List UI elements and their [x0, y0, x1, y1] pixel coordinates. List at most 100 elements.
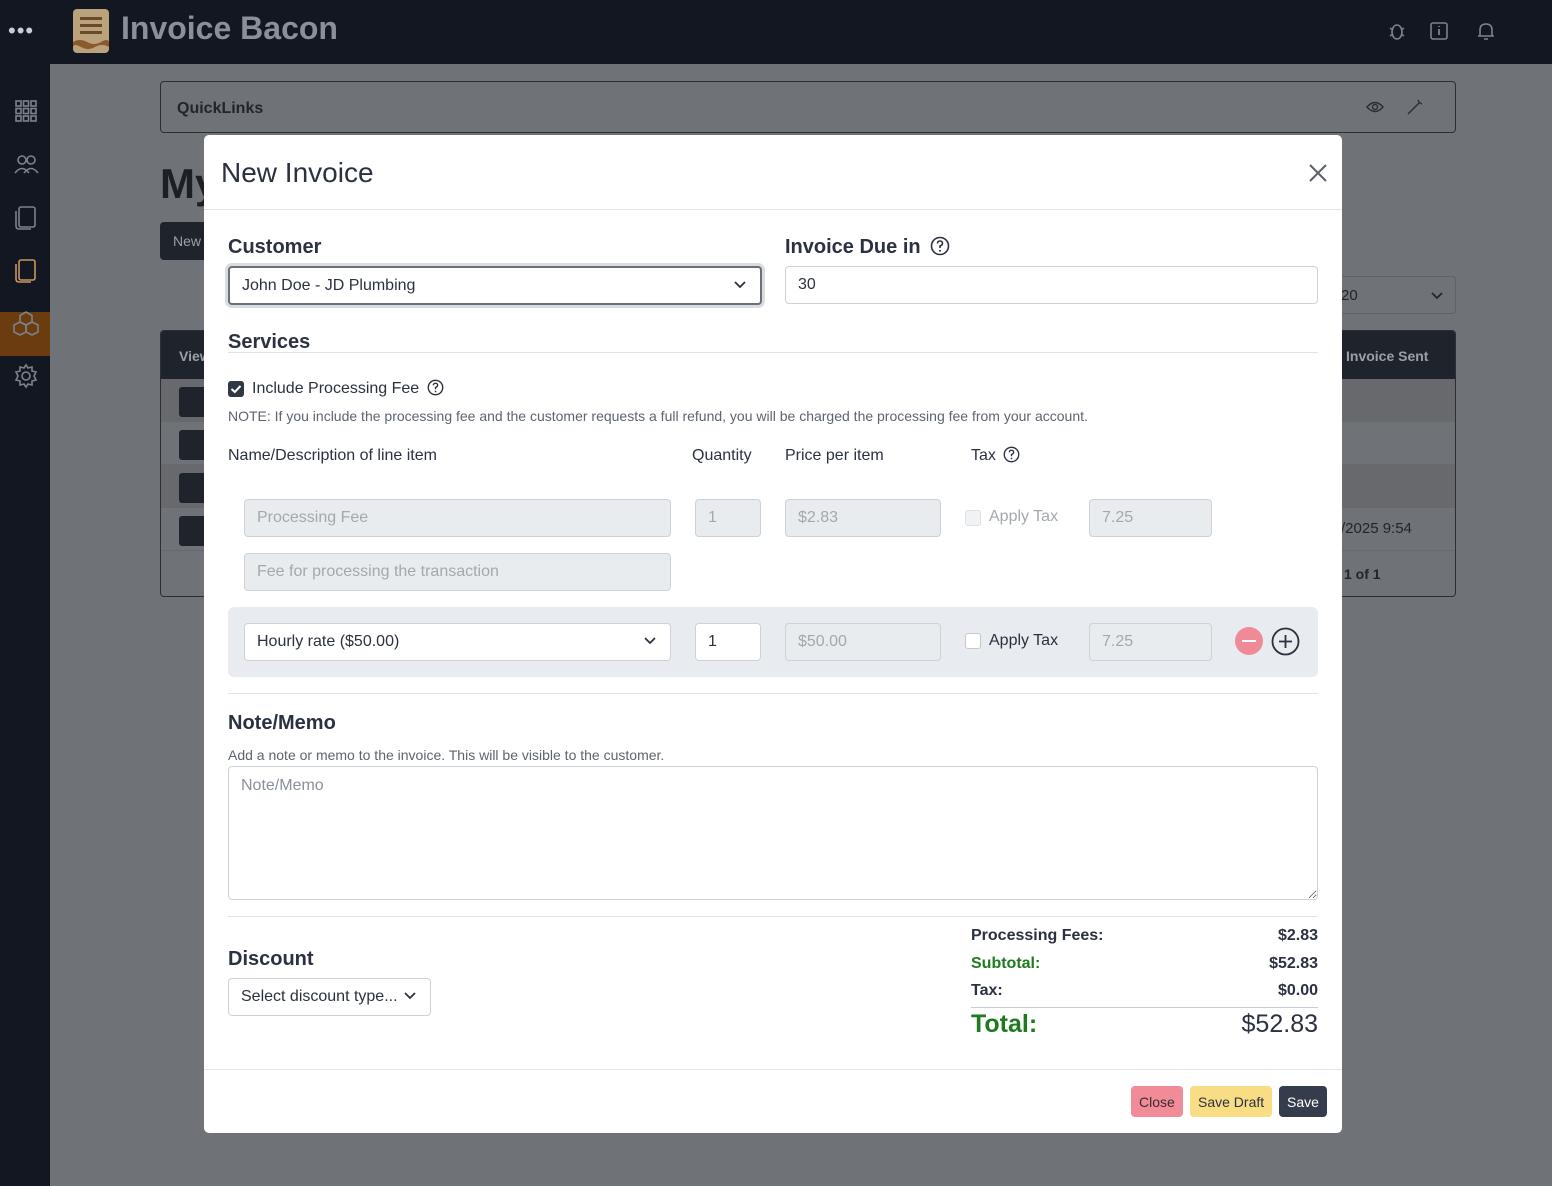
- services-title: Services: [228, 331, 311, 353]
- help-icon[interactable]: [1003, 446, 1020, 463]
- info-icon[interactable]: [1428, 20, 1450, 42]
- include-processing-fee-text: Include Processing Fee: [252, 380, 420, 397]
- chevron-down-icon: [644, 637, 656, 645]
- save-button[interactable]: Save: [1279, 1086, 1327, 1117]
- invoice-sent-date: /2025 9:54: [1341, 520, 1412, 537]
- fee-price-value: $2.83: [798, 509, 839, 526]
- page-size-select[interactable]: 20: [1330, 276, 1456, 314]
- help-icon[interactable]: [930, 236, 950, 256]
- line-apply-tax-checkbox[interactable]: [965, 633, 981, 649]
- close-icon[interactable]: [1306, 161, 1330, 185]
- save-draft-button[interactable]: Save Draft: [1190, 1086, 1273, 1117]
- fee-description-value: Fee for processing the transaction: [257, 563, 499, 580]
- column-header-name: Name/Description of line item: [228, 447, 437, 464]
- pagination-label: 1 of 1: [1344, 566, 1381, 582]
- line-tax-rate-input: 7.25: [1089, 623, 1212, 661]
- chevron-down-icon: [1431, 292, 1443, 300]
- totals-divider: [971, 1007, 1318, 1008]
- more-menu-icon[interactable]: •••: [8, 18, 34, 44]
- view-button[interactable]: [179, 473, 207, 503]
- line-price-input: $50.00: [785, 623, 941, 661]
- chevron-down-icon: [404, 992, 416, 1000]
- include-processing-fee-label: Include Processing Fee: [252, 379, 444, 398]
- divider: [228, 352, 1318, 353]
- sidebar-item-products-icon[interactable]: [13, 310, 39, 336]
- total-label: Total:: [971, 1010, 1038, 1038]
- page-size-value: 20: [1341, 287, 1358, 304]
- subtotal-value: $52.83: [1269, 955, 1318, 972]
- processing-fee-note: NOTE: If you include the processing fee …: [228, 408, 1088, 424]
- line-quantity-input[interactable]: 1: [695, 623, 761, 661]
- bug-icon[interactable]: [1386, 20, 1408, 42]
- check-icon: [230, 385, 242, 394]
- discount-type-select[interactable]: Select discount type...: [228, 978, 431, 1016]
- line-apply-tax-label: Apply Tax: [989, 632, 1059, 649]
- total-value: $52.83: [1241, 1010, 1318, 1038]
- sidebar-item-dashboard-icon[interactable]: [13, 98, 39, 124]
- modal-header: New Invoice: [204, 135, 1342, 210]
- discount-type-placeholder: Select discount type...: [241, 988, 398, 1005]
- app-title: Invoice Bacon: [121, 10, 338, 46]
- view-button[interactable]: [179, 430, 207, 460]
- line-price-value: $50.00: [798, 633, 847, 650]
- line-quantity-value: 1: [708, 633, 717, 650]
- customer-select[interactable]: John Doe - JD Plumbing: [228, 266, 762, 305]
- fee-quantity-value: 1: [708, 509, 717, 526]
- column-header-quantity: Quantity: [692, 447, 752, 464]
- service-select[interactable]: Hourly rate ($50.00): [244, 623, 671, 661]
- include-processing-fee-checkbox[interactable]: [228, 381, 244, 397]
- tax-value: $0.00: [1277, 982, 1318, 999]
- fee-apply-tax-checkbox: [965, 510, 981, 526]
- column-header-price: Price per item: [785, 447, 884, 464]
- fee-description-input: Fee for processing the transaction: [244, 553, 671, 591]
- sidebar: [0, 64, 50, 1186]
- fee-apply-tax-label: Apply Tax: [989, 508, 1059, 525]
- invoice-due-value: 30: [798, 276, 816, 293]
- column-header-tax: Tax: [971, 446, 1020, 465]
- eye-icon[interactable]: [1366, 100, 1384, 114]
- help-icon[interactable]: [427, 379, 444, 396]
- fee-tax-rate-value: 7.25: [1102, 509, 1134, 526]
- sidebar-item-invoices-icon[interactable]: [13, 204, 39, 230]
- fee-price-input: $2.83: [785, 499, 941, 537]
- memo-help-text: Add a note or memo to the invoice. This …: [228, 747, 665, 763]
- divider: [228, 693, 1318, 694]
- memo-textarea[interactable]: [228, 766, 1318, 900]
- new-invoice-modal: New Invoice Customer John Doe - JD Plumb…: [204, 135, 1342, 1133]
- add-line-item-icon[interactable]: [1271, 627, 1300, 656]
- processing-fees-label: Processing Fees:: [971, 927, 1104, 944]
- fee-quantity-input: 1: [695, 499, 761, 537]
- quicklinks-panel: QuickLinks: [160, 81, 1456, 133]
- fee-tax-rate-input: 7.25: [1089, 499, 1212, 537]
- close-button[interactable]: Close: [1131, 1086, 1183, 1117]
- sidebar-item-documents-icon[interactable]: [13, 257, 39, 283]
- memo-title: Note/Memo: [228, 712, 336, 734]
- quicklinks-label: QuickLinks: [177, 100, 264, 117]
- chevron-down-icon: [734, 280, 746, 288]
- logo-icon: [73, 9, 109, 53]
- invoice-due-label: Invoice Due in: [785, 236, 950, 259]
- subtotal-label: Subtotal:: [971, 955, 1041, 972]
- service-select-value: Hourly rate ($50.00): [257, 633, 400, 650]
- table-header-invoice-sent: Invoice Sent: [1346, 348, 1429, 364]
- view-button[interactable]: [179, 516, 207, 546]
- tax-label: Tax:: [971, 982, 1003, 999]
- magic-wand-icon[interactable]: [1406, 98, 1424, 116]
- customer-label: Customer: [228, 236, 322, 258]
- divider: [228, 916, 1318, 917]
- top-navbar: ••• Invoice Bacon: [0, 0, 1552, 64]
- column-header-tax-text: Tax: [971, 447, 996, 464]
- invoice-due-label-text: Invoice Due in: [785, 236, 921, 258]
- fee-name-input: Processing Fee: [244, 499, 671, 537]
- view-button[interactable]: [179, 387, 207, 417]
- bell-icon[interactable]: [1475, 20, 1497, 42]
- modal-title: New Invoice: [221, 157, 374, 188]
- invoice-due-input[interactable]: 30: [785, 266, 1318, 304]
- line-tax-rate-value: 7.25: [1102, 633, 1134, 650]
- discount-title: Discount: [228, 948, 314, 970]
- sidebar-item-settings-icon[interactable]: [13, 363, 39, 389]
- customer-select-value: John Doe - JD Plumbing: [242, 276, 416, 294]
- fee-name-value: Processing Fee: [257, 509, 369, 526]
- remove-line-item-button[interactable]: [1235, 627, 1263, 655]
- sidebar-item-customers-icon[interactable]: [13, 151, 39, 177]
